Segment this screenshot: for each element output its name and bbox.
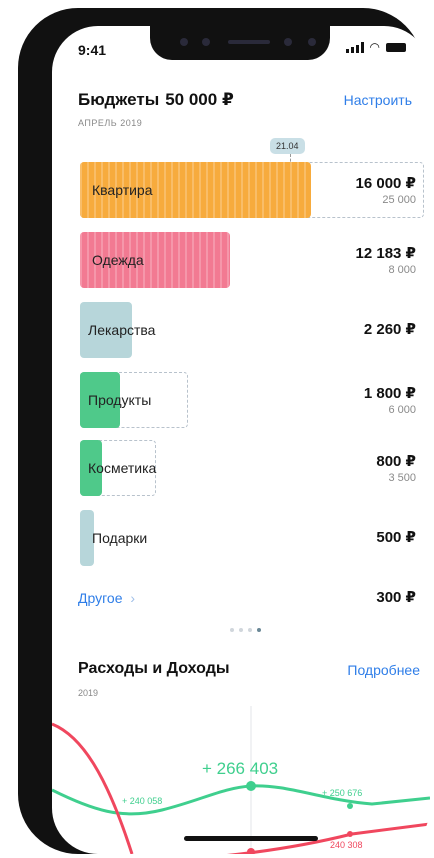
budget-category-label: Продукты — [88, 392, 152, 408]
status-time: 9:41 — [78, 42, 107, 58]
income-point-center — [246, 781, 256, 791]
center-value-label: + 266 403 — [202, 759, 278, 778]
budget-row-podarki[interactable]: Подарки 500 ₽ — [52, 510, 430, 566]
other-label: Другое — [78, 590, 123, 606]
notch — [150, 26, 330, 60]
budget-category-label: Лекарства — [88, 322, 156, 338]
budget-row-lekarstva[interactable]: Лекарства 2 260 ₽ — [52, 302, 430, 358]
battery-icon — [386, 43, 406, 52]
budget-row-odezhda[interactable]: Одежда 12 183 ₽ 8 000 — [52, 232, 430, 288]
status-icons: ◠ — [345, 40, 406, 54]
budgets-total: 50 000 ₽ — [165, 90, 234, 109]
budget-category-label: Подарки — [92, 530, 148, 546]
app-screen: 9:41 ◠ Бюджеты 50 000 ₽ Настроить АПРЕЛЬ … — [52, 26, 430, 854]
page-dot — [230, 628, 234, 632]
phone-frame: 9:41 ◠ Бюджеты 50 000 ₽ Настроить АПРЕЛЬ … — [18, 8, 430, 854]
expenses-income-year: 2019 — [78, 688, 99, 698]
budgets-title-label: Бюджеты — [78, 90, 160, 109]
budget-limit: 8 000 — [388, 264, 416, 276]
budget-spent: 800 ₽ — [376, 453, 416, 470]
income-point-right — [347, 803, 353, 809]
budget-limit: 6 000 — [388, 404, 416, 416]
page-dot — [239, 628, 243, 632]
budget-spent: 12 183 ₽ — [355, 245, 416, 262]
expenses-income-title: Расходы и Доходы — [78, 660, 230, 677]
right-value-label: + 250 676 — [322, 788, 362, 798]
right-expense-label: 240 308 — [330, 840, 363, 850]
configure-button[interactable]: Настроить — [344, 92, 412, 108]
budget-spent: 1 800 ₽ — [363, 385, 416, 402]
budget-row-kvartira[interactable]: Квартира 16 000 ₽ 25 000 — [52, 162, 430, 218]
budget-limit: 3 500 — [388, 472, 416, 484]
today-marker-badge: 21.04 — [270, 138, 305, 154]
wifi-icon: ◠ — [369, 40, 380, 54]
budget-category-label: Косметика — [88, 460, 157, 476]
budget-category-label: Одежда — [92, 252, 144, 268]
budget-spent: 16 000 ₽ — [355, 175, 416, 192]
page-indicator[interactable] — [230, 628, 261, 632]
chevron-right-icon: › — [130, 590, 136, 606]
budget-spent: 500 ₽ — [376, 529, 416, 546]
other-amount: 300 ₽ — [376, 589, 416, 606]
budget-category-label: Квартира — [92, 182, 153, 198]
budget-limit: 25 000 — [382, 194, 416, 206]
budgets-title: Бюджеты 50 000 ₽ — [78, 90, 234, 110]
budget-period: АПРЕЛЬ 2019 — [78, 118, 143, 128]
page-dot — [248, 628, 252, 632]
expense-point-center — [247, 848, 255, 854]
expenses-income-chart[interactable]: + 266 403 + 240 058 + 250 676 240 308 — [52, 706, 430, 854]
more-button[interactable]: Подробнее — [347, 662, 420, 678]
expense-point-right — [347, 831, 353, 837]
page-dot-active — [257, 628, 261, 632]
left-value-label: + 240 058 — [122, 796, 162, 806]
home-indicator[interactable] — [184, 836, 318, 841]
expense-line-left — [52, 722, 134, 854]
budget-row-kosmetika[interactable]: Косметика 800 ₽ 3 500 — [52, 440, 430, 496]
budget-row-produkty[interactable]: Продукты 1 800 ₽ 6 000 — [52, 372, 430, 428]
other-categories-link[interactable]: Другое › — [78, 590, 135, 606]
budget-spent: 2 260 ₽ — [363, 321, 416, 338]
signal-icon — [345, 42, 364, 53]
